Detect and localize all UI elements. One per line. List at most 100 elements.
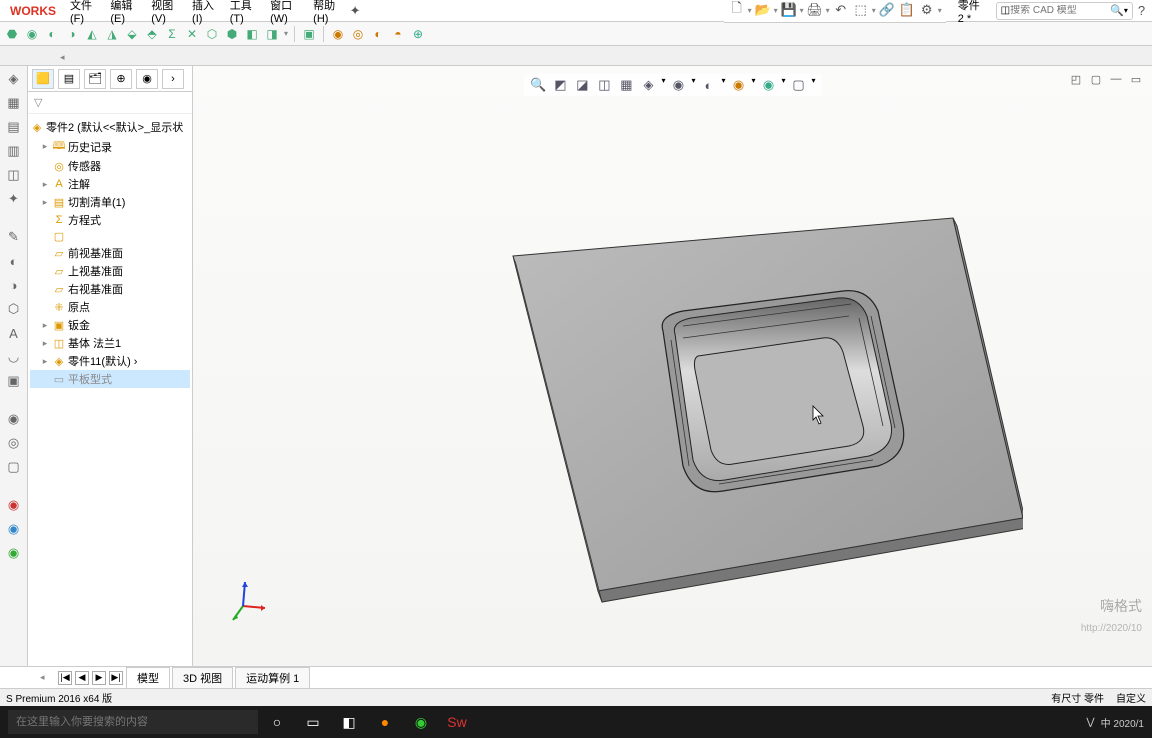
menu-insert[interactable]: 插入(I) — [186, 0, 222, 27]
tree-item[interactable]: ▸◫基体 法兰1 — [30, 334, 190, 352]
tree-root[interactable]: ◈零件2 (默认<<默认>_显示状 — [30, 118, 190, 136]
rail-icon[interactable]: ▤ — [5, 118, 23, 136]
tab-nav-prev[interactable]: ◀ — [75, 671, 89, 685]
rail-icon[interactable]: ◐ — [5, 252, 23, 270]
rail-icon[interactable]: ◉ — [5, 544, 23, 562]
feature-icon[interactable]: Σ — [164, 26, 180, 42]
tree-item[interactable]: ▱上视基准面 — [30, 262, 190, 280]
win-close-icon[interactable]: ▭ — [1128, 72, 1144, 86]
rail-icon[interactable]: ▢ — [5, 458, 23, 476]
zoom-fit-icon[interactable]: 🔍 — [529, 76, 547, 94]
tree-item-selected[interactable]: ▭平板型式 — [30, 370, 190, 388]
hide-show-icon[interactable]: ◉ — [669, 76, 687, 94]
setting-icon[interactable]: ▢ — [790, 76, 808, 94]
rail-icon[interactable]: ◈ — [5, 70, 23, 88]
rail-icon[interactable]: A — [5, 324, 23, 342]
tree-item[interactable]: ▸A注解 — [30, 175, 190, 193]
view-orient-icon[interactable]: ▦ — [617, 76, 635, 94]
menu-file[interactable]: 文件(F) — [64, 0, 102, 27]
tab-model[interactable]: 模型 — [126, 667, 170, 688]
menu-help[interactable]: 帮助(H) — [307, 0, 346, 27]
feature-icon[interactable]: ◐ — [44, 26, 60, 42]
feature-icon[interactable]: ◭ — [84, 26, 100, 42]
rebuild-icon[interactable]: 🔗 — [878, 1, 896, 19]
win-restore-icon[interactable]: ◰ — [1068, 72, 1084, 86]
pin-icon[interactable]: ✦ — [348, 2, 361, 20]
feature-icon[interactable]: ✕ — [184, 26, 200, 42]
tree-item[interactable]: ▸🕮历史记录 — [30, 136, 190, 157]
tray-ime[interactable]: 中 2020/1 — [1101, 715, 1144, 730]
feature-icon[interactable]: ◓ — [390, 26, 406, 42]
wechat-icon[interactable]: ◉ — [404, 708, 438, 736]
tree-item[interactable]: ▸▤切割清单(1) — [30, 193, 190, 211]
settings-icon[interactable]: ⚙ — [918, 1, 936, 19]
tree-item[interactable]: ▸▣钣金 — [30, 316, 190, 334]
tree-item[interactable]: Σ方程式 — [30, 211, 190, 229]
rail-icon[interactable]: ▦ — [5, 94, 23, 112]
rail-icon[interactable]: ◫ — [5, 166, 23, 184]
orientation-triad[interactable] — [223, 576, 273, 626]
menu-view[interactable]: 视图(V) — [145, 0, 184, 27]
win-min-icon[interactable]: — — [1108, 72, 1124, 86]
status-custom[interactable]: 自定义 — [1116, 690, 1146, 705]
win-max-icon[interactable]: ▢ — [1088, 72, 1104, 86]
tray-icon[interactable]: ⋁ — [1086, 717, 1094, 728]
tree-tab-config[interactable]: 🗂 — [84, 69, 106, 89]
feature-icon[interactable]: ◐ — [370, 26, 386, 42]
taskbar-search[interactable] — [8, 710, 258, 734]
graphics-viewport[interactable]: ◰ ▢ — ▭ 🔍 ◩ ◪ ◫ ▦ ◈▾ ◉▾ ◐▾ ◉▾ ◉▾ ▢▾ — [193, 66, 1152, 666]
rail-icon[interactable]: ✦ — [5, 190, 23, 208]
tree-tab-feature[interactable]: 🟨 — [32, 69, 54, 89]
options-icon[interactable]: 📋 — [898, 1, 916, 19]
search-icon[interactable]: 🔍 — [1110, 4, 1124, 17]
taskview-icon[interactable]: ▭ — [296, 708, 330, 736]
tree-item[interactable]: ◎传感器 — [30, 157, 190, 175]
tree-tab-more[interactable]: › — [162, 69, 184, 89]
undo-icon[interactable]: ↶ — [832, 1, 850, 19]
solidworks-icon[interactable]: Sw — [440, 708, 474, 736]
display-style-icon[interactable]: ◈ — [639, 76, 657, 94]
rail-icon[interactable]: ◉ — [5, 496, 23, 514]
tree-item[interactable]: ⁜原点 — [30, 298, 190, 316]
select-icon[interactable]: ⬚ — [852, 1, 870, 19]
app-icon[interactable]: ● — [368, 708, 402, 736]
zoom-area-icon[interactable]: ◩ — [551, 76, 569, 94]
menu-tools[interactable]: 工具(T) — [224, 0, 262, 27]
render-icon[interactable]: ◉ — [760, 76, 778, 94]
save-icon[interactable]: 💾 — [780, 1, 798, 19]
new-icon[interactable]: 🗋 — [728, 1, 746, 19]
tab-3dview[interactable]: 3D 视图 — [172, 667, 233, 688]
feature-icon[interactable]: ⬣ — [4, 26, 20, 42]
tab-nav-last[interactable]: ▶| — [109, 671, 123, 685]
filter-icon[interactable]: ▽ — [34, 97, 42, 109]
rail-icon[interactable]: ▣ — [5, 372, 23, 390]
scene-icon[interactable]: ◐ — [699, 76, 717, 94]
feature-icon[interactable]: ◨ — [264, 26, 280, 42]
search-input[interactable] — [1010, 5, 1110, 16]
rail-icon[interactable]: ◉ — [5, 520, 23, 538]
feature-icon[interactable]: ⬘ — [144, 26, 160, 42]
tree-item[interactable]: ▱右视基准面 — [30, 280, 190, 298]
feature-icon[interactable]: ▣ — [301, 26, 317, 42]
feature-icon[interactable]: ◮ — [104, 26, 120, 42]
feature-icon[interactable]: ⬢ — [224, 26, 240, 42]
feature-icon[interactable]: ◉ — [330, 26, 346, 42]
tab-nav-next[interactable]: ▶ — [92, 671, 106, 685]
feature-icon[interactable]: ◧ — [244, 26, 260, 42]
appearance-icon[interactable]: ◉ — [730, 76, 748, 94]
feature-icon[interactable]: ◉ — [24, 26, 40, 42]
tree-tab-property[interactable]: ▤ — [58, 69, 80, 89]
rail-icon[interactable]: ◑ — [5, 276, 23, 294]
cortana-icon[interactable]: ○ — [260, 708, 294, 736]
tab-motion[interactable]: 运动算例 1 — [235, 667, 310, 688]
tree-tab-display[interactable]: ◉ — [136, 69, 158, 89]
tree-tab-dim[interactable]: ⊕ — [110, 69, 132, 89]
feature-icon[interactable]: ◎ — [350, 26, 366, 42]
feature-icon[interactable]: ⬙ — [124, 26, 140, 42]
feature-tree[interactable]: ◈零件2 (默认<<默认>_显示状 ▸🕮历史记录 ◎传感器 ▸A注解 ▸▤切割清… — [28, 114, 192, 666]
rail-icon[interactable]: ◡ — [5, 348, 23, 366]
rail-icon[interactable]: ⬡ — [5, 300, 23, 318]
feature-icon[interactable]: ◑ — [64, 26, 80, 42]
tree-item[interactable]: ▱前视基准面 — [30, 244, 190, 262]
menu-window[interactable]: 窗口(W) — [264, 0, 305, 27]
